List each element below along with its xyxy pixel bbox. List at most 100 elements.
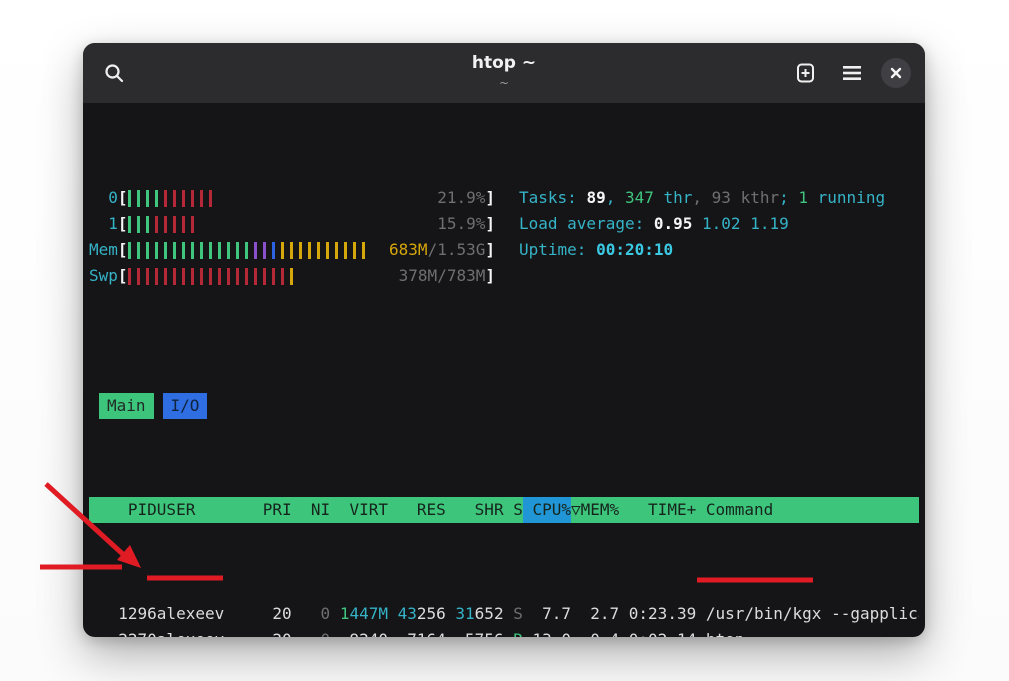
text-segment: 2.7 [590,604,619,623]
meter-label: 1 [89,211,118,237]
meter-bracket-close: ] [485,263,495,289]
process-table: 1296alexeev2001447M4325631652S7.72.70:23… [89,601,919,637]
meter-bar [281,242,284,259]
meters-column: 0[21.9%] 1[15.9%]Mem[683M/1.53G]Swp[378M… [89,185,495,289]
meter-cpu1: 1[15.9%] [89,211,495,237]
text-segment: 5756 [465,630,504,637]
meter-bar [164,242,167,259]
text-segment: S [513,604,523,623]
tab-io[interactable]: I/O [163,393,208,419]
meter-bar [173,268,176,285]
menu-button[interactable] [835,56,869,90]
meter-bar [236,242,239,259]
meter-bar [335,242,338,259]
text-segment: 7.7 [542,604,571,623]
meter-bar [128,190,131,207]
text-segment: 15.9% [437,214,485,233]
cell-mem: 2.7 [571,601,619,627]
column-header-ni[interactable]: NI [292,497,331,523]
system-info-column: Tasks: 89, 347 thr, 93 kthr; 1 runningLo… [519,185,885,289]
cell-s: S [504,601,523,627]
meter-bar [218,242,221,259]
text-segment: running [808,188,885,207]
column-header-pri[interactable]: PRI [253,497,292,523]
table-row[interactable]: 1296alexeev2001447M4325631652S7.72.70:23… [89,601,919,627]
meter-bar [182,268,185,285]
column-header-shr[interactable]: SHR [446,497,504,523]
text-segment: 31 [455,604,474,623]
meter-bar [209,242,212,259]
column-header-cmd[interactable]: Command [696,497,919,523]
cell-virt: 1447M [330,601,388,627]
meter-bar [146,216,149,233]
text-segment: 447M [349,604,388,623]
close-button[interactable] [881,58,911,88]
meter-bar [245,242,248,259]
text-segment: , [606,188,625,207]
tab-main[interactable]: Main [99,393,154,419]
search-button[interactable] [97,56,131,90]
new-tab-icon [794,61,818,85]
terminal-window: htop ~ ~ [83,43,925,637]
meter-bar [263,242,266,259]
text-segment: 21.9% [437,188,485,207]
text-segment: 2270 [118,630,157,637]
sort-arrow-icon: ▽ [571,500,581,519]
htop-screen: 0[21.9%] 1[15.9%]Mem[683M/1.53G]Swp[378M… [83,103,925,637]
cell-mem: 0.4 [571,627,619,637]
cell-pid: 2270 [99,627,157,637]
meter-bars [128,242,371,259]
column-header-pid[interactable]: PID [99,497,157,523]
meter-bracket-open: [ [118,185,128,211]
cell-time: 0:23.39 [619,601,696,627]
text-segment: 0 [321,604,331,623]
process-table-header[interactable]: PIDUSERPRINIVIRTRESSHRSCPU%▽MEM%TIME+Com… [89,497,919,523]
meter-bar [173,242,176,259]
meter-bar [137,216,140,233]
meter-bracket-close: ] [485,211,495,237]
column-header-s[interactable]: S [504,497,523,523]
meter-bar [146,242,149,259]
text-segment: 1 [340,604,350,623]
cell-pid: 1296 [99,601,157,627]
meter-bar [191,268,194,285]
column-header-res[interactable]: RES [388,497,446,523]
cell-pri: 20 [253,601,292,627]
text-segment: 1 [798,188,808,207]
column-header-time[interactable]: TIME+ [619,497,696,523]
text-segment: 93 kthr [712,188,779,207]
meter-bar [137,190,140,207]
table-row[interactable]: 2270alexeev200924071645756R13.00.40:02.1… [89,627,919,637]
text-segment: 652 [475,604,504,623]
info-uptime: Uptime: 00:20:10 [519,237,885,263]
meter-bar [191,242,194,259]
text-segment: alexeev [157,630,224,637]
meter-bar [200,242,203,259]
text-segment: alexeev [157,604,224,623]
text-segment: 13.0 [532,630,571,637]
meter-bar [128,216,131,233]
column-header-virt[interactable]: VIRT [330,497,388,523]
meter-bar [344,242,347,259]
meter-bar [200,190,203,207]
text-segment: 378M/783M [399,266,486,285]
meter-bracket-open: [ [118,237,128,263]
cell-s: R [504,627,523,637]
text-segment: R [513,630,523,637]
text-segment: 0 [321,630,331,637]
titlebar: htop ~ ~ [83,43,925,103]
meter-label: Mem [89,237,118,263]
meter-bar [164,216,167,233]
text-segment: thr [654,188,693,207]
text-segment: 1.19 [750,214,789,233]
meter-bar [362,242,365,259]
cell-user: alexeev [157,601,253,627]
column-header-user[interactable]: USER [157,497,253,523]
new-tab-button[interactable] [789,56,823,90]
cell-shr: 5756 [446,627,504,637]
cell-cpu: 13.0 [523,627,571,637]
column-header-mem[interactable]: ▽MEM% [571,497,619,523]
meter-bar [263,268,266,285]
column-header-cpu[interactable]: CPU% [523,497,571,523]
text-segment: /1.53G [428,240,486,259]
